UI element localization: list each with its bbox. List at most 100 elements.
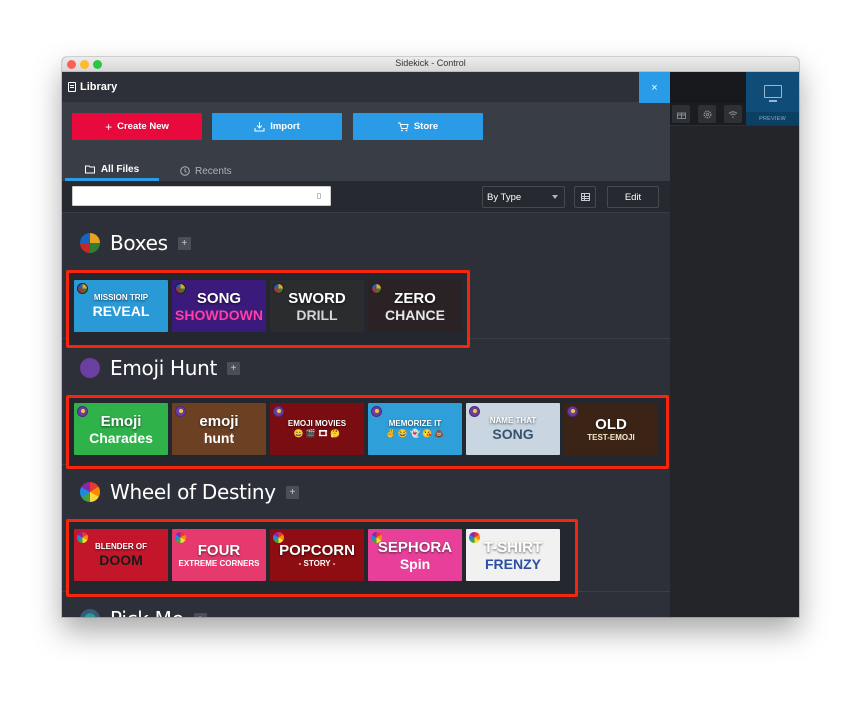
tile-title-line2: SONG — [492, 426, 534, 442]
tile-title: Emoji Charades — [89, 414, 153, 445]
game-tile[interactable]: OLD TEST-EMOJI — [564, 403, 658, 455]
game-tile[interactable]: MEMORIZE IT ✌ 😂 👻 😘 💩 — [368, 403, 462, 455]
section-title: Pick Me — [110, 607, 184, 617]
tile-title-line1: Emoji — [100, 412, 142, 430]
tile-title: SONG SHOWDOWN — [175, 291, 263, 322]
game-type-badge-icon — [469, 406, 480, 417]
tile-title: EMOJI MOVIES 😀 🎬 🎞 🤔 — [288, 420, 346, 438]
section-title: Wheel of Destiny — [110, 480, 276, 504]
game-tile[interactable]: SONG SHOWDOWN — [172, 280, 266, 332]
game-tile[interactable]: T-SHIRT FRENZY — [466, 529, 560, 581]
tile-title-line1: FOUR — [197, 541, 241, 559]
game-tile[interactable]: EMOJI MOVIES 😀 🎬 🎞 🤔 — [270, 403, 364, 455]
tile-title-line2: TEST-EMOJI — [587, 432, 635, 442]
sort-by-select[interactable]: By Type — [482, 186, 565, 208]
tile-title-line1: MISSION TRIP — [93, 293, 149, 302]
add-to-section-button[interactable]: + — [285, 485, 299, 499]
tile-title-line2: FRENZY — [485, 555, 541, 572]
tile-title: OLD TEST-EMOJI — [587, 417, 635, 442]
highlight-box: Emoji Charades emoji hunt EMOJI MOVIES 😀 🎬 🎞 … — [66, 395, 669, 469]
game-type-badge-icon — [77, 406, 88, 417]
game-tile[interactable]: ZERO CHANCE — [368, 280, 462, 332]
game-type-badge-icon — [371, 283, 382, 294]
game-tile[interactable]: FOUR EXTREME CORNERS — [172, 529, 266, 581]
section-pick-me: Pick Me + — [62, 592, 670, 617]
divider — [670, 125, 799, 126]
game-type-badge-icon — [567, 406, 578, 417]
game-tile[interactable]: MISSION TRIP REVEAL — [74, 280, 168, 332]
wheel-of-destiny-game-icon — [80, 482, 100, 502]
tile-title-line2: Charades — [89, 429, 153, 446]
game-type-badge-icon — [77, 532, 88, 543]
game-type-badge-icon — [175, 406, 186, 417]
add-to-section-button[interactable]: + — [193, 612, 207, 617]
game-tiles: BLENDER OF DOOM FOUR EXTREME CORNERS POPCORN… — [74, 529, 560, 581]
game-tile[interactable]: Emoji Charades — [74, 403, 168, 455]
tile-title: SEPHORA Spin — [378, 540, 452, 571]
game-tiles: MISSION TRIP REVEAL SONG SHOWDOWN SWORD DRILL… — [74, 280, 462, 332]
search-field[interactable] — [72, 186, 331, 207]
section-header: Wheel of Destiny + — [80, 480, 299, 504]
preview-button[interactable]: PREVIEW — [746, 72, 799, 125]
import-button[interactable]: Import — [212, 113, 342, 140]
highlight-box: BLENDER OF DOOM FOUR EXTREME CORNERS POPCORN… — [66, 519, 578, 597]
game-tile[interactable]: NAME THAT SONG — [466, 403, 560, 455]
game-type-badge-icon — [175, 532, 186, 543]
tile-title-line2: CHANCE — [385, 306, 445, 323]
game-tile[interactable]: POPCORN - STORY - — [270, 529, 364, 581]
tile-title-line2: 😀 🎬 🎞 🤔 — [293, 429, 341, 438]
list-view-button[interactable] — [574, 186, 596, 208]
tab-recents[interactable]: Recents — [180, 161, 232, 181]
create-new-button[interactable]: + Create New — [72, 113, 202, 140]
gear-icon[interactable] — [698, 105, 716, 123]
book-icon — [68, 82, 76, 92]
store-button[interactable]: Store — [353, 113, 483, 140]
library-panel: Library × + Create New Import Store All … — [62, 72, 670, 617]
search-input[interactable] — [73, 188, 330, 207]
gift-icon[interactable] — [672, 105, 690, 123]
add-to-section-button[interactable]: + — [177, 236, 191, 250]
library-title: Library — [68, 81, 117, 93]
close-library-button[interactable]: × — [639, 72, 670, 103]
tile-title-line2: EXTREME CORNERS — [178, 558, 260, 568]
section-boxes: Boxes + MISSION TRIP REVEAL SONG SHOWDOWN SWOR… — [62, 213, 670, 348]
game-type-badge-icon — [77, 283, 88, 294]
monitor-stand — [769, 100, 777, 102]
plus-icon: + — [105, 119, 113, 134]
pick-me-game-icon — [80, 609, 100, 617]
tile-title: MISSION TRIP REVEAL — [93, 293, 150, 319]
store-label: Store — [413, 121, 439, 132]
section-wheel-of-destiny: Wheel of Destiny + BLENDER OF DOOM FOUR EXTRE… — [62, 465, 670, 597]
game-type-badge-icon — [175, 283, 186, 294]
tile-title-line1: emoji — [199, 412, 239, 430]
tile-title: ZERO CHANCE — [385, 291, 445, 322]
control-icon-bar — [670, 103, 746, 125]
game-tile[interactable]: SEPHORA Spin — [368, 529, 462, 581]
tile-title-line1: SEPHORA — [377, 538, 453, 556]
game-tile[interactable]: BLENDER OF DOOM — [74, 529, 168, 581]
tile-title-line1: NAME THAT — [489, 416, 537, 425]
chevron-down-icon — [552, 195, 558, 199]
edit-button[interactable]: Edit — [607, 186, 659, 208]
tile-title: emoji hunt — [199, 414, 238, 445]
game-type-badge-icon — [273, 532, 284, 543]
folder-icon — [84, 165, 95, 174]
library-toolbar: + Create New Import Store All Files Rece… — [62, 103, 670, 181]
tile-title-line2: - STORY - — [298, 558, 336, 568]
add-to-section-button[interactable]: + — [227, 361, 241, 375]
tile-title-line2: hunt — [203, 429, 235, 446]
tab-all-files[interactable]: All Files — [65, 161, 159, 181]
control-side-panel: PREVIEW — [670, 72, 799, 617]
game-tile[interactable]: SWORD DRILL — [270, 280, 364, 332]
game-sections[interactable]: Boxes + MISSION TRIP REVEAL SONG SHOWDOWN SWOR… — [62, 213, 670, 617]
tab-all-files-label: All Files — [100, 164, 140, 175]
tile-title: NAME THAT SONG — [489, 416, 537, 442]
wifi-icon[interactable] — [724, 105, 742, 123]
section-emoji-hunt: Emoji Hunt + Emoji Charades emoji hunt EMOJI M… — [62, 339, 670, 469]
game-tile[interactable]: emoji hunt — [172, 403, 266, 455]
tile-title-line1: T-SHIRT — [483, 538, 543, 556]
game-type-badge-icon — [371, 532, 382, 543]
create-new-label: Create New — [117, 121, 169, 132]
tile-title: T-SHIRT FRENZY — [484, 540, 542, 571]
tile-title-line1: MEMORIZE IT — [388, 419, 442, 428]
